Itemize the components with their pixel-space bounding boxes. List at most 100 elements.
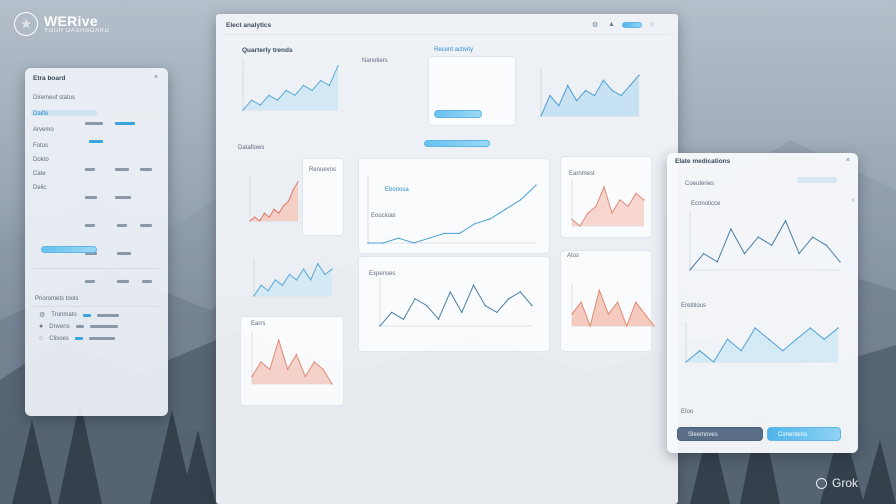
chart-point <box>297 181 299 183</box>
chart-4 <box>571 180 645 227</box>
chart-point <box>712 361 715 363</box>
chart-point <box>549 94 551 97</box>
chart-line <box>379 284 533 327</box>
chart-point <box>263 212 266 214</box>
chart-point <box>288 273 291 276</box>
chart-point <box>716 261 718 263</box>
chart-point <box>367 242 369 244</box>
chart-point <box>825 244 828 246</box>
chart-point <box>260 361 262 363</box>
chart-point <box>589 325 591 327</box>
chart-point <box>584 89 587 92</box>
chart-point <box>602 79 605 82</box>
chart-point <box>571 218 573 221</box>
chart-7 <box>571 284 655 328</box>
chart-point <box>282 204 285 207</box>
chart-point <box>837 327 839 329</box>
chart-area <box>250 181 298 221</box>
chart-point <box>635 192 637 195</box>
chart-area <box>572 186 644 226</box>
chart-point <box>699 350 701 352</box>
chart-point <box>798 252 800 255</box>
chart-point <box>520 199 522 201</box>
chart-point <box>504 208 507 210</box>
chart-point <box>337 65 339 67</box>
chart-point <box>269 368 271 370</box>
chart-point <box>302 84 305 87</box>
chart-point <box>382 242 384 244</box>
chart-point <box>743 252 746 255</box>
chart-point <box>496 311 498 314</box>
chart-point <box>391 311 393 314</box>
chart-point <box>253 295 255 297</box>
chart-point <box>402 318 405 320</box>
chart-point <box>322 368 324 370</box>
chart-point <box>320 79 322 82</box>
chart-point <box>607 313 610 315</box>
chart-point <box>249 220 251 222</box>
chart-point <box>437 318 440 320</box>
chart-point <box>251 375 253 378</box>
chart-3 <box>367 175 537 244</box>
chart-point <box>587 212 589 214</box>
chart-point <box>702 252 705 255</box>
chart-point <box>278 339 280 341</box>
chart-point <box>484 304 486 307</box>
chart-point <box>540 115 542 117</box>
grok-icon <box>815 477 827 489</box>
chart-point <box>598 289 600 291</box>
chart-point <box>294 94 296 97</box>
chart-area <box>541 75 639 116</box>
chart-point <box>426 304 428 307</box>
chart-point <box>324 273 326 276</box>
chart-point <box>571 313 573 315</box>
chart-point <box>259 104 261 106</box>
chart-point <box>413 242 415 244</box>
chart-point <box>328 84 331 87</box>
chart-8 <box>251 332 333 385</box>
chart-point <box>292 189 294 191</box>
chart-point <box>626 325 628 327</box>
chart-point <box>611 89 613 92</box>
chart-point <box>730 228 732 230</box>
chart-point <box>638 74 640 76</box>
chart-point <box>595 205 597 208</box>
chart-point <box>267 289 269 292</box>
chart-point <box>295 279 298 281</box>
chart-point <box>812 236 814 238</box>
chart-point <box>627 205 629 208</box>
chart-point <box>575 100 578 102</box>
chart-point <box>250 99 253 101</box>
chart-point <box>313 361 315 363</box>
chart-point <box>489 218 491 220</box>
chart-point <box>302 268 305 270</box>
chart-point <box>519 291 521 293</box>
chart-point <box>331 268 333 270</box>
chart-point <box>593 94 596 97</box>
chart-point <box>531 304 533 307</box>
chart-point <box>771 244 773 246</box>
chart-point <box>726 338 729 340</box>
chart-point <box>287 200 290 203</box>
chart-1 <box>540 68 640 117</box>
chart-point <box>768 338 770 340</box>
chart-point <box>260 284 262 286</box>
chart-point <box>685 361 687 363</box>
chart-point <box>461 311 463 314</box>
chart-point <box>839 261 841 263</box>
chart-point <box>740 350 742 352</box>
chart-point <box>258 220 261 222</box>
chart-point <box>795 338 798 340</box>
chart-point <box>449 291 451 293</box>
chart-point <box>273 208 275 210</box>
chart-point <box>331 383 333 385</box>
chart-axis <box>367 175 536 244</box>
chart-point <box>428 237 430 239</box>
chart-line <box>689 219 841 271</box>
chart-point <box>254 216 256 218</box>
chart-point <box>304 375 306 378</box>
chart-point <box>782 350 784 352</box>
chart-point <box>619 199 621 201</box>
chart-point <box>616 301 619 303</box>
chart-point <box>278 212 280 214</box>
